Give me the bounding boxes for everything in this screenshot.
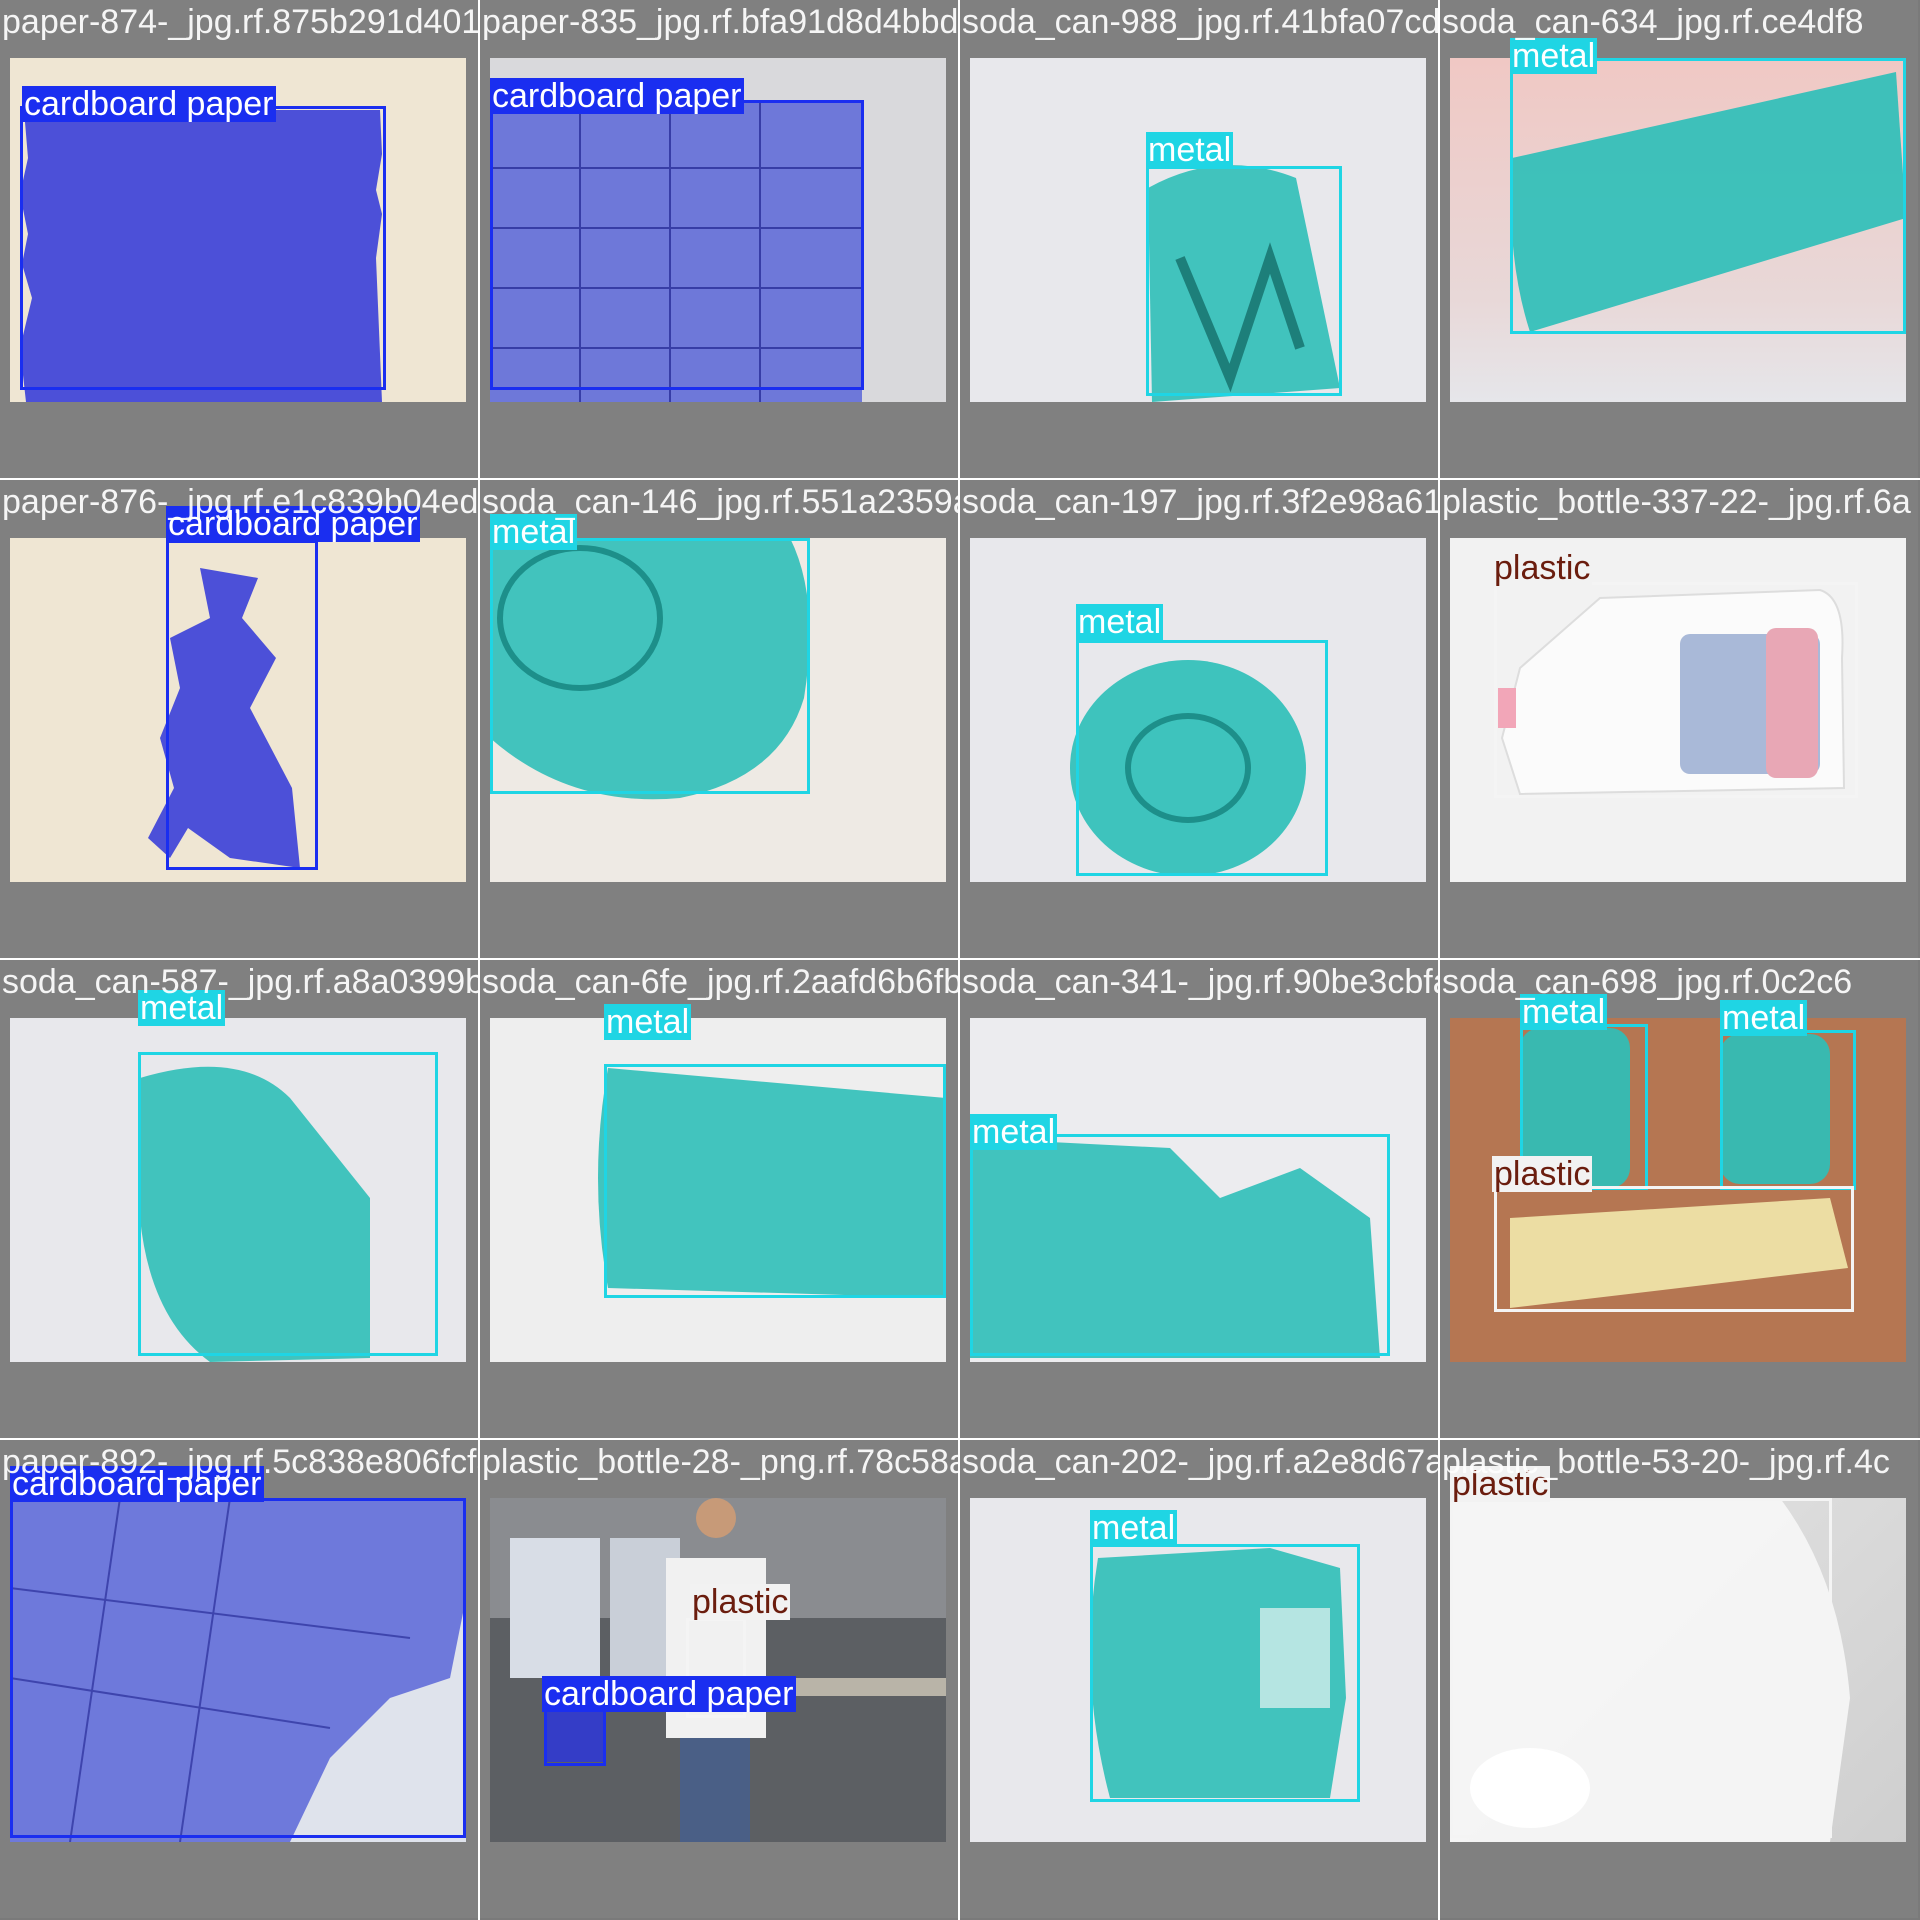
tile-12: soda_can-698_jpg.rf.0c2c6 metal metal pl… xyxy=(1440,960,1918,1438)
tile-title: paper-874-_jpg.rf.875b291d401a08f85001f2 xyxy=(2,3,478,41)
class-label: plastic xyxy=(1492,1155,1593,1193)
tile-title: soda_can-341-_jpg.rf.90be3cbfa919a6928 xyxy=(962,963,1438,1001)
bbox xyxy=(1076,640,1328,876)
photo xyxy=(1450,1498,1906,1842)
photo xyxy=(970,58,1426,402)
tile-7: soda_can-197_jpg.rf.3f2e98a6156a8d093722… xyxy=(960,480,1438,958)
bbox xyxy=(1720,1030,1856,1190)
photo xyxy=(10,1498,466,1842)
tile-10: soda_can-6fe_jpg.rf.2aafd6b6fbfa0d8424 m… xyxy=(480,960,958,1438)
grid-line xyxy=(478,0,480,1920)
tile-8: plastic_bottle-337-22-_jpg.rf.6a plastic xyxy=(1440,480,1918,958)
photo xyxy=(490,538,946,882)
class-label: cardboard paper xyxy=(490,77,744,115)
tile-16: plastic_bottle-53-20-_jpg.rf.4c plastic xyxy=(1440,1440,1918,1918)
tile-title: soda_can-587-_jpg.rf.a8a0399b748f60685b xyxy=(2,963,478,1001)
tile-title: soda_can-202-_jpg.rf.a2e8d67a9bdf75320 xyxy=(962,1443,1438,1481)
tile-4: soda_can-634_jpg.rf.ce4df8 metal xyxy=(1440,0,1918,478)
tile-13: paper-892-_jpg.rf.5c838e806fcf34cb69802 … xyxy=(0,1440,478,1918)
class-label: metal xyxy=(1146,131,1234,169)
tile-14: plastic_bottle-28-_png.rf.78c58ab5a5262 … xyxy=(480,1440,958,1918)
class-label: plastic xyxy=(1492,549,1593,587)
grid-line xyxy=(958,0,960,1920)
photo xyxy=(970,1498,1426,1842)
bbox xyxy=(1494,582,1858,798)
bbox xyxy=(604,1064,946,1298)
class-label: plastic xyxy=(690,1583,791,1621)
tile-title: plastic_bottle-53-20-_jpg.rf.4c xyxy=(1442,1443,1890,1481)
bbox xyxy=(490,538,810,794)
tile-title: paper-876-_jpg.rf.e1c839b04ed900d5174636 xyxy=(2,483,478,521)
tile-title: soda_can-634_jpg.rf.ce4df8 xyxy=(1442,3,1864,41)
class-label: metal xyxy=(604,1003,692,1041)
photo xyxy=(1450,58,1906,402)
photo xyxy=(10,1018,466,1362)
photo xyxy=(970,1018,1426,1362)
bbox xyxy=(970,1134,1390,1356)
grid-line xyxy=(0,478,1920,480)
photo xyxy=(10,538,466,882)
class-label: cardboard paper xyxy=(542,1675,796,1713)
bbox xyxy=(490,100,864,390)
photo xyxy=(490,1498,946,1842)
tile-title: soda_can-698_jpg.rf.0c2c6 xyxy=(1442,963,1853,1001)
tile-9: soda_can-587-_jpg.rf.a8a0399b748f60685b … xyxy=(0,960,478,1438)
tile-title: soda_can-988_jpg.rf.41bfa07cd92ae63349 xyxy=(962,3,1438,41)
tile-title: paper-835_jpg.rf.bfa91d8d4bbdaf7b22598 xyxy=(482,3,958,41)
tile-title: soda_can-146_jpg.rf.551a2359a54a2e5975 xyxy=(482,483,958,521)
bbox xyxy=(1450,1498,1832,1838)
tile-5: paper-876-_jpg.rf.e1c839b04ed900d5174636… xyxy=(0,480,478,958)
grid-line xyxy=(1438,0,1440,1920)
tile-6: soda_can-146_jpg.rf.551a2359a54a2e5975 m… xyxy=(480,480,958,958)
class-label: metal xyxy=(970,1113,1058,1151)
class-label: metal xyxy=(1076,603,1164,641)
class-label: metal xyxy=(1720,999,1808,1037)
tile-11: soda_can-341-_jpg.rf.90be3cbfa919a6928 m… xyxy=(960,960,1438,1438)
photo xyxy=(1450,538,1906,882)
bbox xyxy=(20,106,386,390)
tile-title: soda_can-6fe_jpg.rf.2aafd6b6fbfa0d8424 xyxy=(482,963,958,1001)
bbox xyxy=(1146,166,1342,396)
photo xyxy=(970,538,1426,882)
tile-3: soda_can-988_jpg.rf.41bfa07cd92ae63349 m… xyxy=(960,0,1438,478)
tile-title: plastic_bottle-28-_png.rf.78c58ab5a5262 xyxy=(482,1443,958,1481)
bbox xyxy=(1494,1186,1854,1312)
tile-15: soda_can-202-_jpg.rf.a2e8d67a9bdf75320 m… xyxy=(960,1440,1438,1918)
class-label: metal xyxy=(1510,37,1598,75)
bbox xyxy=(10,1498,466,1838)
grid-line xyxy=(0,958,1920,960)
class-label: metal xyxy=(1090,1509,1178,1547)
class-label: cardboard paper xyxy=(22,85,276,123)
grid-line xyxy=(0,1438,1920,1440)
photo xyxy=(490,1018,946,1362)
tile-1: paper-874-_jpg.rf.875b291d401a08f85001f2… xyxy=(0,0,478,478)
bbox xyxy=(1090,1544,1360,1802)
bbox xyxy=(138,1052,438,1356)
tile-title: soda_can-197_jpg.rf.3f2e98a6156a8d093722 xyxy=(962,483,1438,521)
tile-2: paper-835_jpg.rf.bfa91d8d4bbdaf7b22598 c… xyxy=(480,0,958,478)
tile-title: paper-892-_jpg.rf.5c838e806fcf34cb69802 xyxy=(2,1443,478,1481)
bbox xyxy=(1510,58,1906,334)
tile-title: plastic_bottle-337-22-_jpg.rf.6a xyxy=(1442,483,1911,521)
bbox xyxy=(166,540,318,870)
